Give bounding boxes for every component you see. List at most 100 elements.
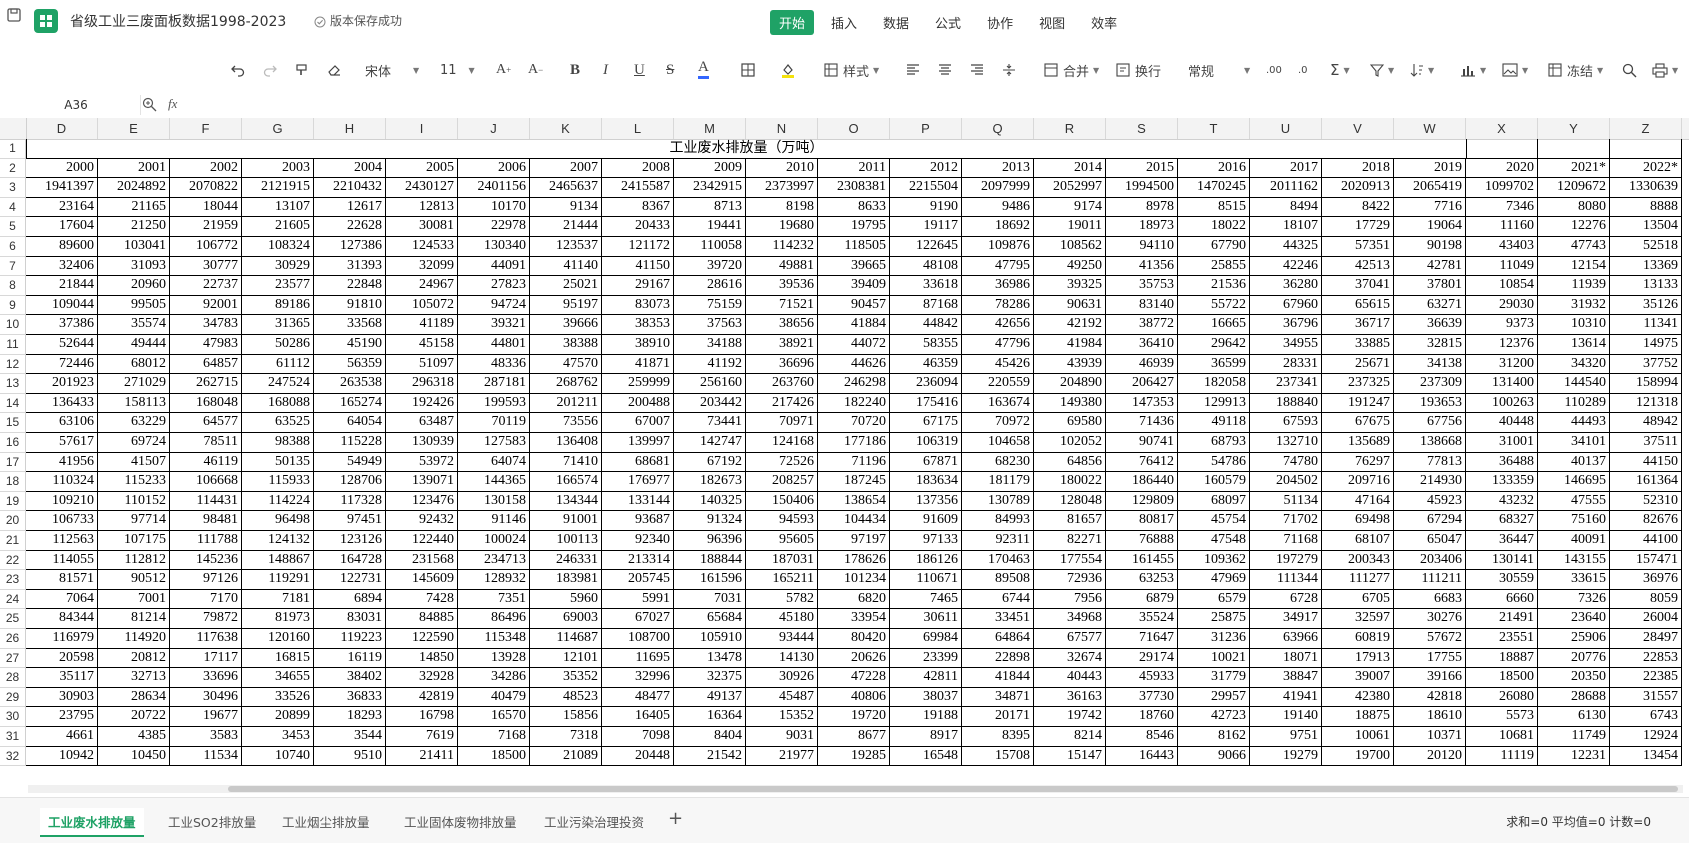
- data-cell[interactable]: 17913: [1322, 648, 1394, 669]
- data-cell[interactable]: 18887: [1466, 648, 1538, 669]
- data-cell[interactable]: 7031: [674, 589, 746, 610]
- year-header-cell[interactable]: 2002: [170, 158, 242, 179]
- data-cell[interactable]: 49137: [674, 687, 746, 708]
- row-header[interactable]: 26: [0, 629, 26, 649]
- data-cell[interactable]: 137356: [890, 491, 962, 512]
- eraser-icon[interactable]: [326, 58, 342, 82]
- data-cell[interactable]: 41884: [818, 315, 890, 335]
- data-cell[interactable]: 18973: [1106, 217, 1178, 237]
- data-cell[interactable]: 19011: [1034, 217, 1106, 237]
- data-cell[interactable]: 20433: [602, 217, 674, 237]
- data-cell[interactable]: 68681: [602, 452, 674, 473]
- data-cell[interactable]: 68327: [1466, 511, 1538, 531]
- document-title[interactable]: 省级工业三废面板数据1998-2023: [70, 11, 286, 31]
- data-cell[interactable]: 130141: [1466, 550, 1538, 571]
- data-cell[interactable]: 136433: [26, 393, 98, 414]
- data-cell[interactable]: 28616: [674, 276, 746, 296]
- data-cell[interactable]: 10021: [1178, 648, 1250, 669]
- row-header[interactable]: 6: [0, 237, 26, 257]
- data-cell[interactable]: 17755: [1394, 648, 1466, 669]
- data-cell[interactable]: 12376: [1466, 335, 1538, 355]
- data-cell[interactable]: 19720: [818, 707, 890, 727]
- column-header[interactable]: W: [1394, 118, 1466, 139]
- data-cell[interactable]: 51134: [1250, 491, 1322, 512]
- data-cell[interactable]: 19680: [746, 217, 818, 237]
- data-cell[interactable]: 19742: [1034, 707, 1106, 727]
- data-cell[interactable]: 38921: [746, 335, 818, 355]
- data-cell[interactable]: 11341: [1610, 315, 1682, 335]
- data-cell[interactable]: 12617: [314, 197, 386, 218]
- data-cell[interactable]: 33568: [314, 315, 386, 335]
- data-cell[interactable]: 47743: [1538, 237, 1610, 257]
- data-cell[interactable]: 67756: [1394, 413, 1466, 433]
- data-cell[interactable]: 25906: [1538, 629, 1610, 649]
- data-cell[interactable]: 246298: [818, 374, 890, 394]
- data-cell[interactable]: 148867: [242, 550, 314, 571]
- data-cell[interactable]: 7001: [98, 589, 170, 610]
- data-cell[interactable]: 76297: [1322, 452, 1394, 473]
- data-cell[interactable]: 43232: [1466, 491, 1538, 512]
- data-cell[interactable]: 160579: [1178, 472, 1250, 492]
- data-cell[interactable]: 10740: [242, 746, 314, 767]
- data-cell[interactable]: 34968: [1034, 609, 1106, 629]
- data-cell[interactable]: 39536: [746, 276, 818, 296]
- data-cell[interactable]: 15147: [1034, 746, 1106, 767]
- data-cell[interactable]: 30611: [890, 609, 962, 629]
- data-cell[interactable]: 33954: [818, 609, 890, 629]
- select-all-corner[interactable]: [0, 118, 27, 139]
- data-cell[interactable]: 19279: [1250, 746, 1322, 767]
- data-cell[interactable]: 104658: [962, 433, 1034, 453]
- data-cell[interactable]: 2024892: [98, 178, 170, 198]
- data-cell[interactable]: 94593: [746, 511, 818, 531]
- data-cell[interactable]: 10681: [1466, 727, 1538, 747]
- data-cell[interactable]: 182673: [674, 472, 746, 492]
- data-cell[interactable]: 31779: [1178, 668, 1250, 688]
- sum-icon[interactable]: Σ ▼: [1330, 58, 1350, 82]
- data-cell[interactable]: 161455: [1106, 550, 1178, 571]
- data-cell[interactable]: 30929: [242, 256, 314, 277]
- year-header-cell[interactable]: 2016: [1178, 158, 1250, 179]
- data-cell[interactable]: 55722: [1178, 295, 1250, 316]
- data-cell[interactable]: 37511: [1610, 433, 1682, 453]
- data-cell[interactable]: 21959: [170, 217, 242, 237]
- font-color-icon[interactable]: A: [698, 58, 709, 79]
- data-cell[interactable]: 16815: [242, 648, 314, 669]
- data-cell[interactable]: 104434: [818, 511, 890, 531]
- data-cell[interactable]: 20448: [602, 746, 674, 767]
- data-cell[interactable]: 23399: [890, 648, 962, 669]
- data-cell[interactable]: 67175: [890, 413, 962, 433]
- data-cell[interactable]: 21977: [746, 746, 818, 767]
- data-cell[interactable]: 54786: [1178, 452, 1250, 473]
- data-cell[interactable]: 81571: [26, 570, 98, 590]
- data-cell[interactable]: 50135: [242, 452, 314, 473]
- data-cell[interactable]: 6894: [314, 589, 386, 610]
- data-cell[interactable]: 23640: [1538, 609, 1610, 629]
- data-cell[interactable]: 3544: [314, 727, 386, 747]
- data-cell[interactable]: 44091: [458, 256, 530, 277]
- data-cell[interactable]: 38910: [602, 335, 674, 355]
- data-cell[interactable]: 32996: [602, 668, 674, 688]
- data-cell[interactable]: 112812: [98, 550, 170, 571]
- data-cell[interactable]: 65047: [1394, 531, 1466, 551]
- data-cell[interactable]: 6130: [1538, 707, 1610, 727]
- data-cell[interactable]: 183634: [890, 472, 962, 492]
- data-cell[interactable]: 46359: [890, 354, 962, 375]
- data-cell[interactable]: 92001: [170, 295, 242, 316]
- data-cell[interactable]: 76412: [1106, 452, 1178, 473]
- row-header[interactable]: 10: [0, 315, 26, 335]
- data-cell[interactable]: 23551: [1466, 629, 1538, 649]
- data-cell[interactable]: 165274: [314, 393, 386, 414]
- data-cell[interactable]: 45754: [1178, 511, 1250, 531]
- data-cell[interactable]: 116979: [26, 629, 98, 649]
- data-cell[interactable]: 47555: [1538, 491, 1610, 512]
- data-cell[interactable]: 7170: [170, 589, 242, 610]
- data-cell[interactable]: 6820: [818, 589, 890, 610]
- data-cell[interactable]: 67027: [602, 609, 674, 629]
- menu-tab[interactable]: 视图: [1030, 10, 1074, 35]
- data-cell[interactable]: 41507: [98, 452, 170, 473]
- data-cell[interactable]: 158994: [1610, 374, 1682, 394]
- data-cell[interactable]: 18610: [1394, 707, 1466, 727]
- style-button[interactable]: 样式 ▼: [824, 58, 879, 82]
- data-cell[interactable]: 20171: [962, 707, 1034, 727]
- row-header[interactable]: 25: [0, 609, 26, 629]
